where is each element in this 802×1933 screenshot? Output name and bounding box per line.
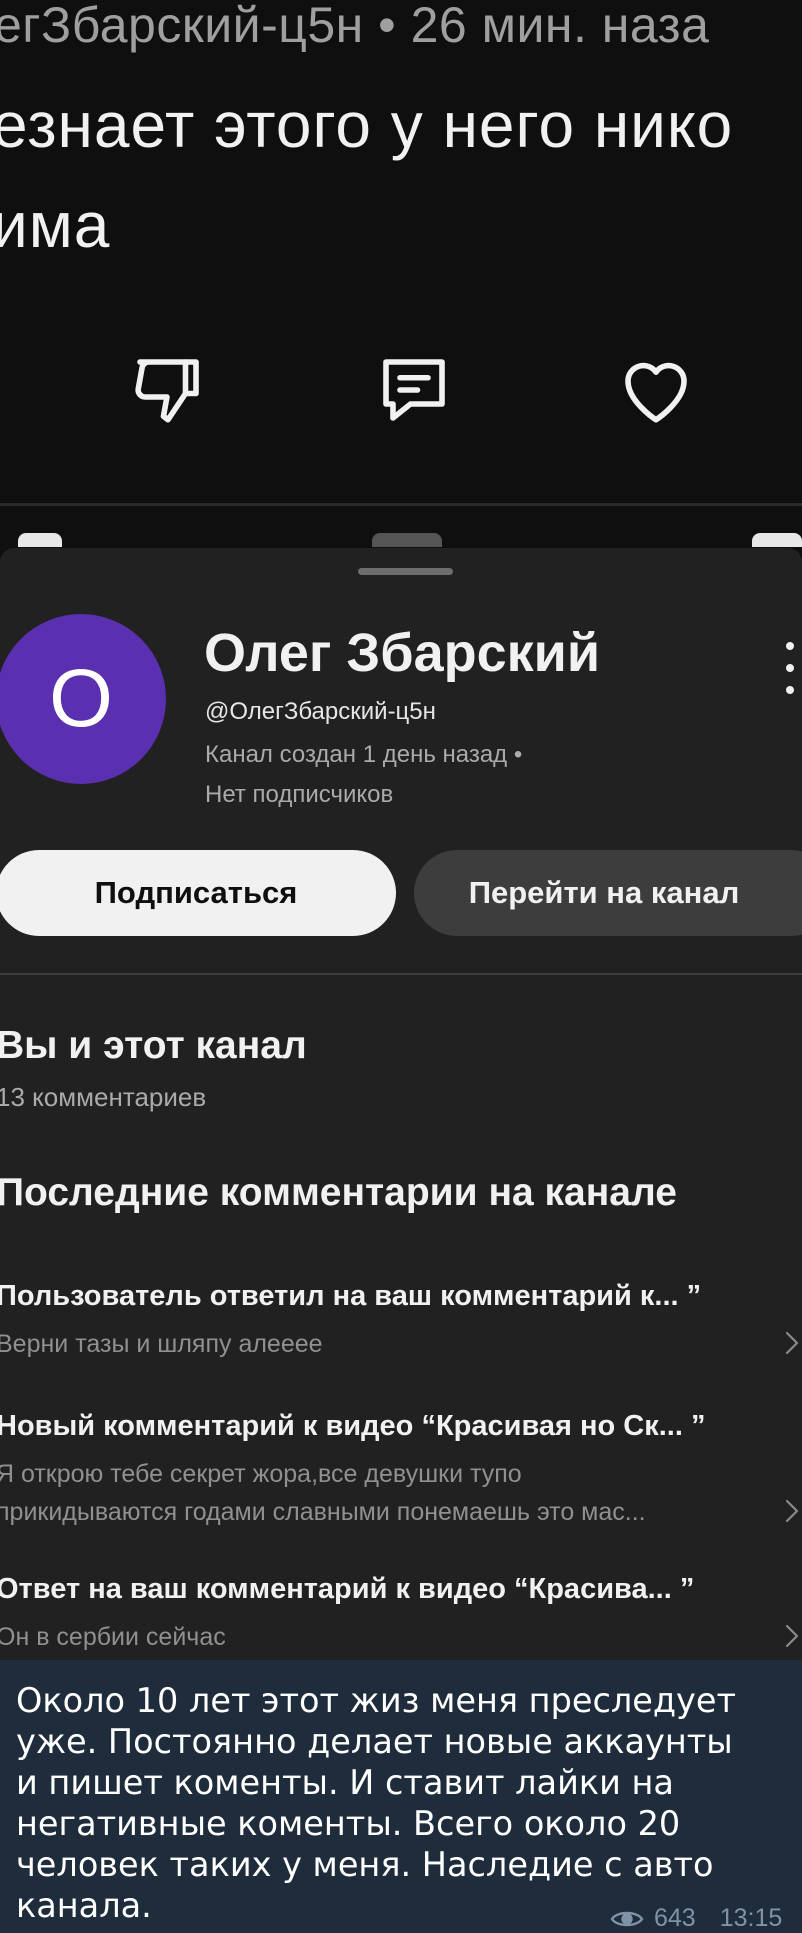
comment-text-line: има — [0, 189, 111, 261]
peek-element — [372, 533, 442, 547]
message-meta: 643 13:15 — [610, 1904, 782, 1933]
chevron-right-icon — [785, 1331, 799, 1355]
channel-created-info: Канал создан 1 день назад • — [205, 741, 523, 768]
reply-icon — [383, 359, 445, 421]
notification-item[interactable]: Новый комментарий к видео “Красивая но С… — [0, 1410, 802, 1535]
notification-body: Верни тазы и шляпу алееее — [0, 1330, 323, 1358]
message-line: Около 10 лет этот жиз меня преследует — [16, 1681, 737, 1720]
subscribe-button[interactable]: Подписаться — [0, 850, 396, 936]
dislike-button[interactable] — [118, 340, 218, 440]
notification-body: прикидываются годами славными понемаешь … — [0, 1498, 646, 1526]
peek-element — [752, 533, 802, 547]
message-line: человек таких у меня. Наследие с авто — [16, 1845, 714, 1884]
channel-bottom-sheet: О Олег Збарский @ОлегЗбарский-ц5н Канал … — [0, 548, 802, 1660]
go-to-channel-button[interactable]: Перейти на канал — [414, 850, 802, 936]
message-time: 13:15 — [719, 1904, 783, 1932]
comment-background: егЗбарский-ц5н • 26 мин. наза езнает это… — [0, 0, 802, 548]
channel-name: Олег Збарский — [204, 623, 601, 683]
notification-title: Ответ на ваш комментарий к видео “Красив… — [0, 1573, 695, 1605]
divider — [0, 503, 802, 506]
reply-button[interactable] — [364, 340, 464, 440]
comments-count: 13 комментариев — [0, 1082, 207, 1112]
message-line: уже. Постоянно делает новые аккаунты — [16, 1722, 733, 1761]
section-title: Вы и этот канал — [0, 1024, 307, 1067]
subscriber-count: Нет подписчиков — [205, 781, 394, 808]
chevron-right-icon — [785, 1624, 799, 1648]
channel-handle: @ОлегЗбарский-ц5н — [205, 698, 436, 725]
avatar[interactable]: О — [0, 614, 166, 784]
view-count: 643 — [654, 1904, 696, 1932]
notification-body: Он в сербии сейчас — [0, 1623, 226, 1651]
section-title: Последние комментарии на канале — [0, 1171, 677, 1214]
like-icon — [625, 362, 687, 423]
drag-handle[interactable] — [358, 568, 453, 575]
eye-icon — [610, 1911, 644, 1926]
notification-item[interactable]: Ответ на ваш комментарий к видео “Красив… — [0, 1573, 802, 1653]
comment-meta: егЗбарский-ц5н • 26 мин. наза — [0, 0, 710, 53]
dislike-icon — [135, 359, 199, 423]
more-vert-icon[interactable] — [778, 638, 802, 698]
notification-item[interactable]: Пользователь ответил на ваш комментарий … — [0, 1280, 802, 1360]
divider — [0, 973, 802, 975]
like-button[interactable] — [606, 340, 706, 440]
peek-element — [18, 533, 62, 547]
message-line: и пишет коменты. И ставит лайки на — [16, 1763, 674, 1802]
notification-title: Пользователь ответил на ваш комментарий … — [0, 1280, 702, 1312]
message-line: негативные коменты. Всего около 20 — [16, 1804, 681, 1843]
message-text: Около 10 лет этот жиз меня преследует уж… — [16, 1680, 796, 1926]
chevron-right-icon — [785, 1499, 799, 1523]
notification-title: Новый комментарий к видео “Красивая но С… — [0, 1410, 706, 1442]
comment-text-line: езнает этого у него нико — [0, 89, 734, 161]
notification-body: Я открою тебе секрет жора,все девушки ту… — [0, 1460, 522, 1488]
